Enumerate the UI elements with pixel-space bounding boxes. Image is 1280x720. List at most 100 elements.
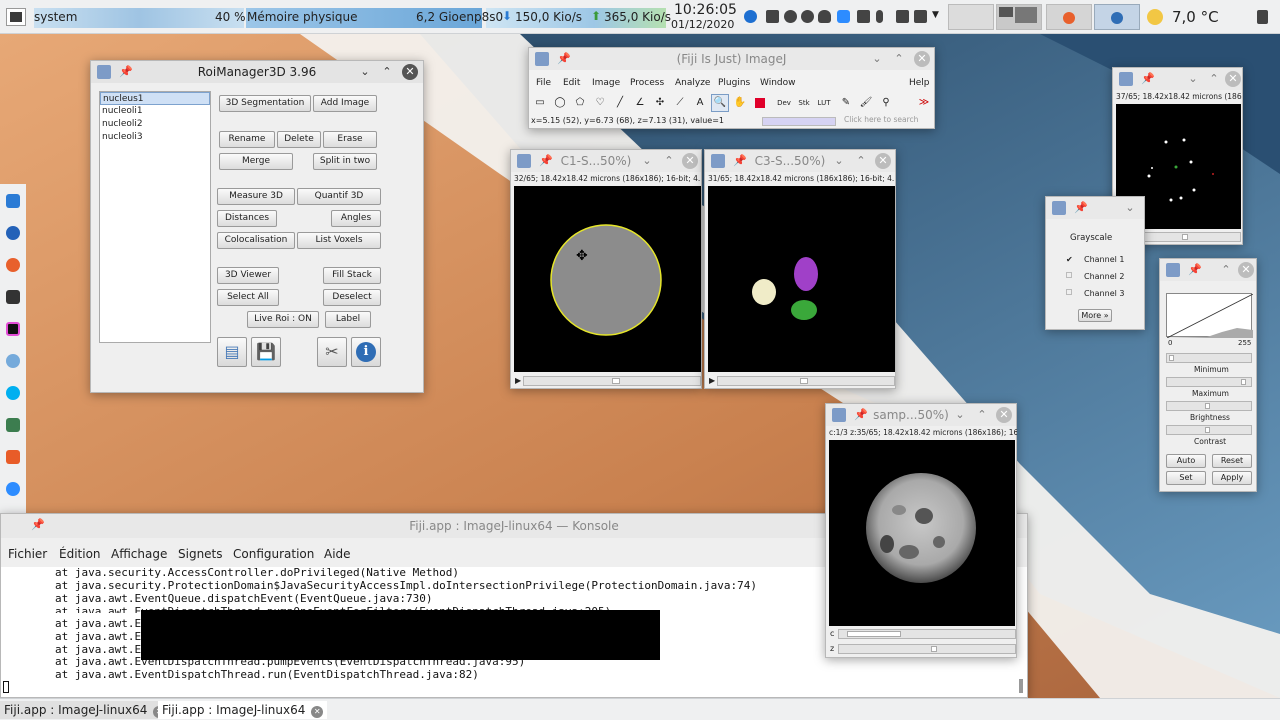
c3-slice-scrollbar[interactable]: [717, 376, 895, 386]
lut-tool[interactable]: LUT: [815, 94, 833, 112]
channels-titlebar[interactable]: 📌 ⌄: [1046, 197, 1144, 219]
close-icon[interactable]: ✕: [875, 153, 891, 169]
c3-scroll-thumb[interactable]: [800, 378, 808, 384]
samp-image-canvas[interactable]: [829, 440, 1015, 626]
close-icon[interactable]: ✕: [682, 153, 698, 169]
list-item[interactable]: nucleoli2: [100, 118, 210, 131]
info-icon[interactable]: i: [351, 337, 381, 367]
distances-button[interactable]: Distances: [217, 210, 277, 227]
chevron-up-icon[interactable]: ⌃: [891, 51, 907, 67]
search-field[interactable]: Click here to search: [844, 115, 932, 127]
chevron-down-icon[interactable]: ⌄: [1122, 200, 1138, 216]
delete-button[interactable]: Delete: [277, 131, 321, 148]
label-button[interactable]: Label: [325, 311, 371, 328]
brightness-thumb[interactable]: [1205, 403, 1210, 409]
chevron-down-icon[interactable]: ⌄: [831, 153, 847, 169]
quantif-3d-button[interactable]: Quantif 3D: [297, 188, 381, 205]
close-icon[interactable]: ✕: [1225, 71, 1241, 87]
pin-icon[interactable]: 📌: [1141, 72, 1155, 85]
contrast-thumb[interactable]: [1205, 427, 1210, 433]
c3-image-canvas[interactable]: [708, 186, 895, 372]
load-icon[interactable]: ▤: [217, 337, 247, 367]
menu-help[interactable]: Help: [909, 78, 930, 88]
weather-icon[interactable]: [1147, 9, 1163, 25]
zoom-icon[interactable]: [837, 10, 850, 23]
set-button[interactable]: Set: [1166, 471, 1206, 485]
color-picker-icon[interactable]: [751, 94, 769, 112]
brush-tool-icon[interactable]: 🖌: [857, 94, 875, 112]
notes-icon[interactable]: [6, 450, 20, 464]
close-icon[interactable]: ✕: [914, 51, 930, 67]
win37-scroll-thumb[interactable]: [1182, 234, 1188, 240]
samp-z-thumb[interactable]: [931, 646, 937, 652]
angle-tool-icon[interactable]: ∠: [631, 94, 649, 112]
clipboard-icon[interactable]: [766, 10, 779, 23]
channel-3-checkbox[interactable]: [1066, 289, 1072, 295]
chevron-down-icon[interactable]: ⌄: [357, 64, 373, 80]
live-roi-button[interactable]: Live Roi : ON: [247, 311, 319, 328]
list-voxels-button[interactable]: List Voxels: [297, 232, 381, 249]
pin-icon[interactable]: 📌: [1074, 201, 1088, 214]
task-tab-1[interactable]: Fiji.app : ImageJ-linux64 ✕: [0, 701, 170, 719]
menu-configuration[interactable]: Configuration: [233, 547, 314, 561]
magnifier-tool-icon[interactable]: 🔍: [711, 94, 729, 112]
menu-affichage[interactable]: Affichage: [111, 547, 167, 561]
updates-icon[interactable]: [784, 10, 797, 23]
chevron-down-icon[interactable]: ⌄: [639, 153, 655, 169]
fiji-titlebar[interactable]: 📌 (Fiji Is Just) ImageJ ⌄ ⌃ ✕: [529, 48, 934, 70]
samp-titlebar[interactable]: 📌 samp...50%) ⌄ ⌃ ✕: [826, 404, 1016, 426]
bc-titlebar[interactable]: 📌 ⌃ ✕: [1160, 259, 1256, 281]
apply-button[interactable]: Apply: [1212, 471, 1252, 485]
menu-signets[interactable]: Signets: [178, 547, 223, 561]
merge-button[interactable]: Merge: [219, 153, 293, 170]
colocalisation-button[interactable]: Colocalisation: [217, 232, 295, 249]
text-tool-icon[interactable]: A: [691, 94, 709, 112]
line-tool-icon[interactable]: ╱: [611, 94, 629, 112]
close-icon[interactable]: ✕: [1238, 262, 1254, 278]
power-icon[interactable]: [1257, 10, 1268, 24]
chevron-up-icon[interactable]: ⌃: [853, 153, 869, 169]
fill-stack-button[interactable]: Fill Stack: [323, 267, 381, 284]
minimum-thumb[interactable]: [1169, 355, 1174, 361]
clock-time[interactable]: 10:26:05: [674, 2, 737, 18]
menu-edit[interactable]: Edit: [563, 78, 580, 88]
pin-icon[interactable]: 📌: [1188, 263, 1202, 276]
polygon-tool-icon[interactable]: ⬠: [571, 94, 589, 112]
pager-desktop-1[interactable]: [948, 4, 994, 30]
menu-file[interactable]: File: [536, 78, 551, 88]
chevron-up-icon[interactable]: ⌃: [379, 64, 395, 80]
skype-icon[interactable]: [6, 386, 20, 400]
image-viewer-icon[interactable]: [6, 418, 20, 432]
menu-plugins[interactable]: Plugins: [718, 78, 750, 88]
tools-icon[interactable]: ✂: [317, 337, 347, 367]
chevron-down-icon[interactable]: ⌄: [869, 51, 885, 67]
printer-icon[interactable]: [857, 10, 870, 23]
list-item[interactable]: nucleoli1: [100, 105, 210, 118]
tray-expand-icon[interactable]: ▼: [932, 10, 939, 20]
network-icon[interactable]: [914, 10, 927, 23]
minimum-slider[interactable]: [1166, 353, 1252, 363]
chevron-down-icon[interactable]: ⌄: [952, 407, 968, 423]
zoom-dock-icon[interactable]: [6, 482, 20, 496]
file-manager-icon[interactable]: [6, 194, 20, 208]
reset-button[interactable]: Reset: [1212, 454, 1252, 468]
point-tool-icon[interactable]: ✣: [651, 94, 669, 112]
info-icon[interactable]: [744, 10, 757, 23]
brightness-slider[interactable]: [1166, 401, 1252, 411]
c1-titlebar[interactable]: 📌 C1-S...50%) ⌄ ⌃ ✕: [511, 150, 701, 172]
display-mode-select[interactable]: Grayscale: [1070, 233, 1112, 243]
menu-edition[interactable]: Édition: [59, 547, 101, 561]
channel-2-checkbox[interactable]: [1066, 272, 1072, 278]
task-firefox-button[interactable]: [1046, 4, 1092, 30]
pager-desktop-2[interactable]: [996, 4, 1042, 30]
close-icon[interactable]: ✕: [311, 706, 324, 718]
hand-tool-icon[interactable]: ✋: [731, 94, 749, 112]
chevron-up-icon[interactable]: ⌃: [661, 153, 677, 169]
measure-3d-button[interactable]: Measure 3D: [217, 188, 295, 205]
clock-date[interactable]: 01/12/2020: [671, 18, 734, 31]
menu-image[interactable]: Image: [592, 78, 620, 88]
3d-segmentation-button[interactable]: 3D Segmentation: [219, 95, 311, 112]
c3-titlebar[interactable]: 📌 C3-S...50%) ⌄ ⌃ ✕: [705, 150, 895, 172]
menu-analyze[interactable]: Analyze: [675, 78, 710, 88]
maximum-slider[interactable]: [1166, 377, 1252, 387]
